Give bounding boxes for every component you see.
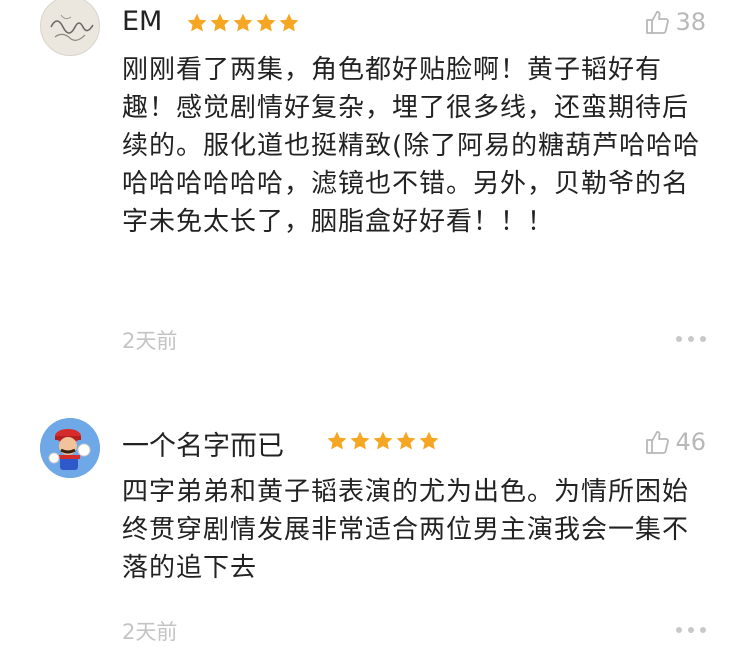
rating-stars: [326, 430, 440, 452]
star-icon: [210, 13, 230, 32]
like-button[interactable]: 46: [643, 428, 706, 456]
like-button[interactable]: 38: [643, 8, 706, 36]
star-icon: [256, 13, 276, 32]
more-dot: [676, 627, 682, 633]
more-dot: [688, 336, 694, 342]
signature-avatar-icon: [41, 0, 99, 55]
star-icon: [396, 431, 416, 450]
star-icon: [327, 431, 347, 450]
more-dot: [700, 627, 706, 633]
thumbs-up-icon: [646, 11, 670, 34]
like-count: 46: [675, 428, 706, 456]
star-icon: [419, 431, 439, 450]
comment-text: 四字弟弟和黄子韬表演的尤为出色。为情所困始终贯穿剧情发展非常适合两位男主演我会一…: [122, 477, 690, 583]
more-options-button[interactable]: [676, 336, 706, 342]
rating-stars: [186, 12, 300, 34]
star-icon: [279, 13, 299, 32]
username[interactable]: 一个名字而已: [122, 424, 284, 463]
more-dot: [688, 627, 694, 633]
mario-avatar-icon: [40, 418, 100, 478]
like-count: 38: [675, 8, 706, 36]
star-icon: [187, 13, 207, 32]
star-icon: [233, 13, 253, 32]
more-options-button[interactable]: [676, 627, 706, 633]
comment-text: 刚刚看了两集，角色都好贴脸啊！黄子韬好有趣！感觉剧情好复杂，埋了很多线，还蛮期待…: [122, 55, 701, 237]
avatar[interactable]: [40, 418, 100, 478]
avatar[interactable]: [40, 0, 100, 56]
more-dot: [676, 336, 682, 342]
thumbs-up-icon: [646, 431, 670, 454]
more-dot: [700, 336, 706, 342]
comment-time: 2天前: [122, 329, 178, 353]
comment-time: 2天前: [122, 620, 178, 644]
star-icon: [350, 431, 370, 450]
star-icon: [373, 431, 393, 450]
username[interactable]: EM: [122, 6, 162, 37]
